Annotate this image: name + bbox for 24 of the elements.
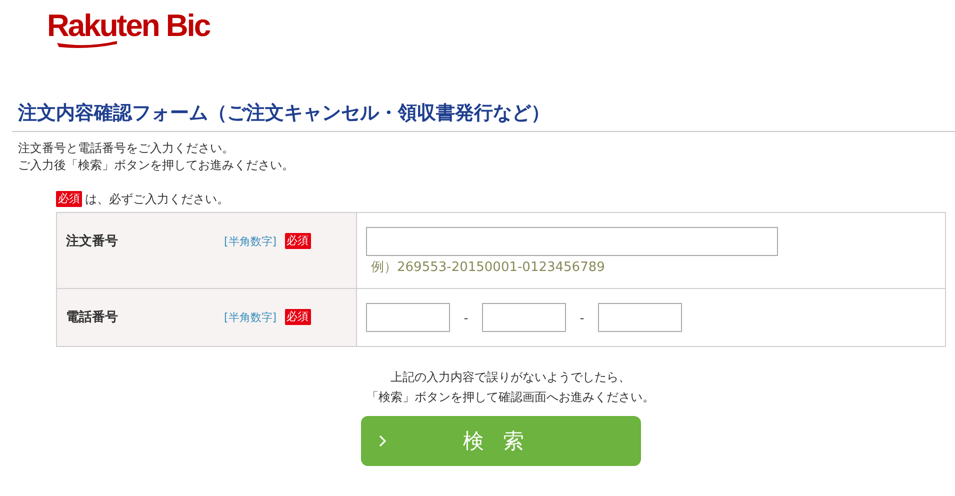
notice-text: 上記の入力内容で誤りがないようでしたら、: [390, 369, 630, 386]
logo: Rakuten Bic: [47, 8, 210, 44]
example-text: 例）269553-20150001-0123456789: [371, 259, 605, 276]
required-badge: 必須: [56, 191, 82, 207]
input-hint: [半角数字]: [224, 234, 277, 248]
phone-field[interactable]: [482, 303, 566, 332]
required-badge: 必須: [284, 309, 311, 325]
instruction-text: 注文番号と電話番号をご入力ください。: [18, 140, 234, 157]
swoosh-icon: [57, 40, 117, 48]
notice-text: 「検索」ボタンを押して確認画面へお進みください。: [366, 389, 654, 406]
order-number-field[interactable]: [366, 227, 778, 256]
phone-field[interactable]: [598, 303, 682, 332]
chevron-icon: [379, 435, 387, 447]
separator-text: -: [462, 310, 470, 324]
required-note: は、必ずご入力ください。: [85, 190, 229, 208]
required-badge: 必須: [284, 233, 311, 249]
separator-text: -: [578, 310, 586, 324]
input-hint: [半角数字]: [224, 310, 277, 324]
page-heading: 注文内容確認フォーム（ご注文キャンセル・領収書発行など）: [18, 101, 551, 126]
search-button[interactable]: 検索: [361, 416, 641, 466]
phone-field[interactable]: [366, 303, 450, 332]
instruction-text: ご入力後「検索」ボタンを押してお進みください。: [18, 157, 294, 174]
field-label: 注文番号: [66, 232, 119, 250]
field-label: 電話番号: [66, 309, 119, 326]
